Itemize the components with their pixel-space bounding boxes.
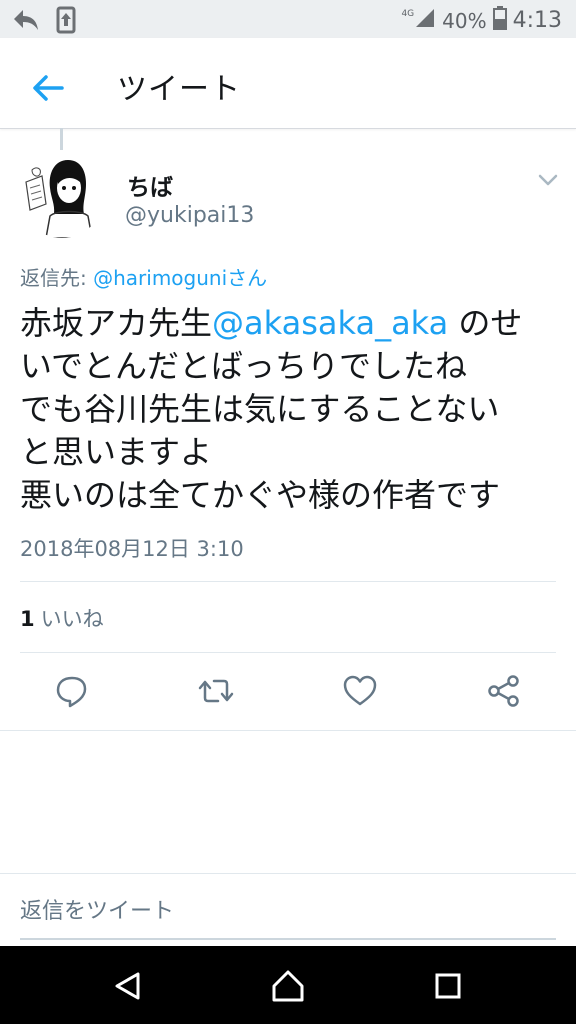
- battery-icon: [492, 6, 507, 35]
- back-arrow-icon: [33, 75, 64, 101]
- system-nav-bar: [0, 946, 576, 1024]
- tweet-text-segment: 赤坂アカ先生: [20, 304, 213, 342]
- tweet-text: 赤坂アカ先生@akasaka_aka のせ いでとんだとばっちりでしたね でも谷…: [20, 302, 560, 517]
- nav-back-button[interactable]: [108, 966, 148, 1006]
- tweet-timestamp: 2018年08月12日 3:10: [20, 537, 244, 561]
- share-icon: [488, 675, 519, 707]
- replying-to: 返信先: @harimoguniさん: [20, 262, 267, 291]
- page-title: ツイート: [117, 72, 241, 107]
- app-bar: ツイート: [0, 38, 576, 129]
- nav-home-button[interactable]: [268, 966, 308, 1006]
- back-button[interactable]: [24, 64, 72, 112]
- divider: [20, 581, 556, 582]
- reply-button[interactable]: [52, 671, 92, 711]
- tweet-options-button[interactable]: [534, 166, 562, 194]
- tweet-text-line: と思いますよ: [20, 433, 213, 471]
- triangle-back-icon: [115, 972, 140, 1000]
- display-name[interactable]: ちば: [127, 168, 173, 202]
- clock: 4:13: [512, 8, 562, 33]
- signal-icon: [414, 7, 436, 34]
- avatar[interactable]: [20, 154, 104, 238]
- thread-connector-line: [60, 128, 63, 150]
- home-icon: [272, 970, 304, 1002]
- user-handle[interactable]: @yukipai13: [125, 203, 254, 228]
- reply-icon: [56, 676, 87, 708]
- nav-recents-button[interactable]: [428, 966, 468, 1006]
- reply-input[interactable]: 返信をツイート: [20, 893, 174, 925]
- notification-download-icon: [56, 6, 76, 38]
- compose-divider: [0, 873, 576, 874]
- section-divider: [0, 730, 576, 731]
- tweet-text-line: でも谷川先生は気にすることない: [20, 390, 500, 428]
- likes-label: いいね: [40, 607, 104, 631]
- heart-icon: [343, 675, 377, 706]
- network-type: 4G: [401, 8, 415, 19]
- tweet-mention-link[interactable]: @akasaka_aka: [212, 304, 448, 342]
- share-button[interactable]: [484, 671, 524, 711]
- like-button[interactable]: [340, 671, 380, 711]
- square-recents-icon: [435, 973, 461, 999]
- tweet-text-line: いでとんだとばっちりでしたね: [20, 347, 468, 385]
- likes-count-link[interactable]: 1 いいね: [20, 603, 104, 633]
- retweet-icon: [198, 679, 234, 703]
- notification-reply-icon: [12, 7, 40, 37]
- chevron-down-icon: [538, 174, 558, 186]
- likes-count: 1: [20, 607, 35, 631]
- reply-input-underline: [20, 938, 556, 940]
- tweet-text-segment: のせ: [448, 304, 523, 342]
- retweet-button[interactable]: [196, 671, 236, 711]
- divider: [20, 652, 556, 653]
- tweet-text-line: 悪いのは全てかぐや様の作者です: [20, 476, 501, 514]
- replying-to-label: 返信先:: [20, 266, 94, 290]
- battery-percent: 40%: [442, 8, 487, 33]
- tweet-text-line: 赤坂アカ先生@akasaka_aka のせ: [20, 302, 560, 345]
- status-bar: 4G 40% 4:13: [0, 0, 576, 38]
- replying-to-mention-link[interactable]: @harimoguniさん: [93, 266, 267, 290]
